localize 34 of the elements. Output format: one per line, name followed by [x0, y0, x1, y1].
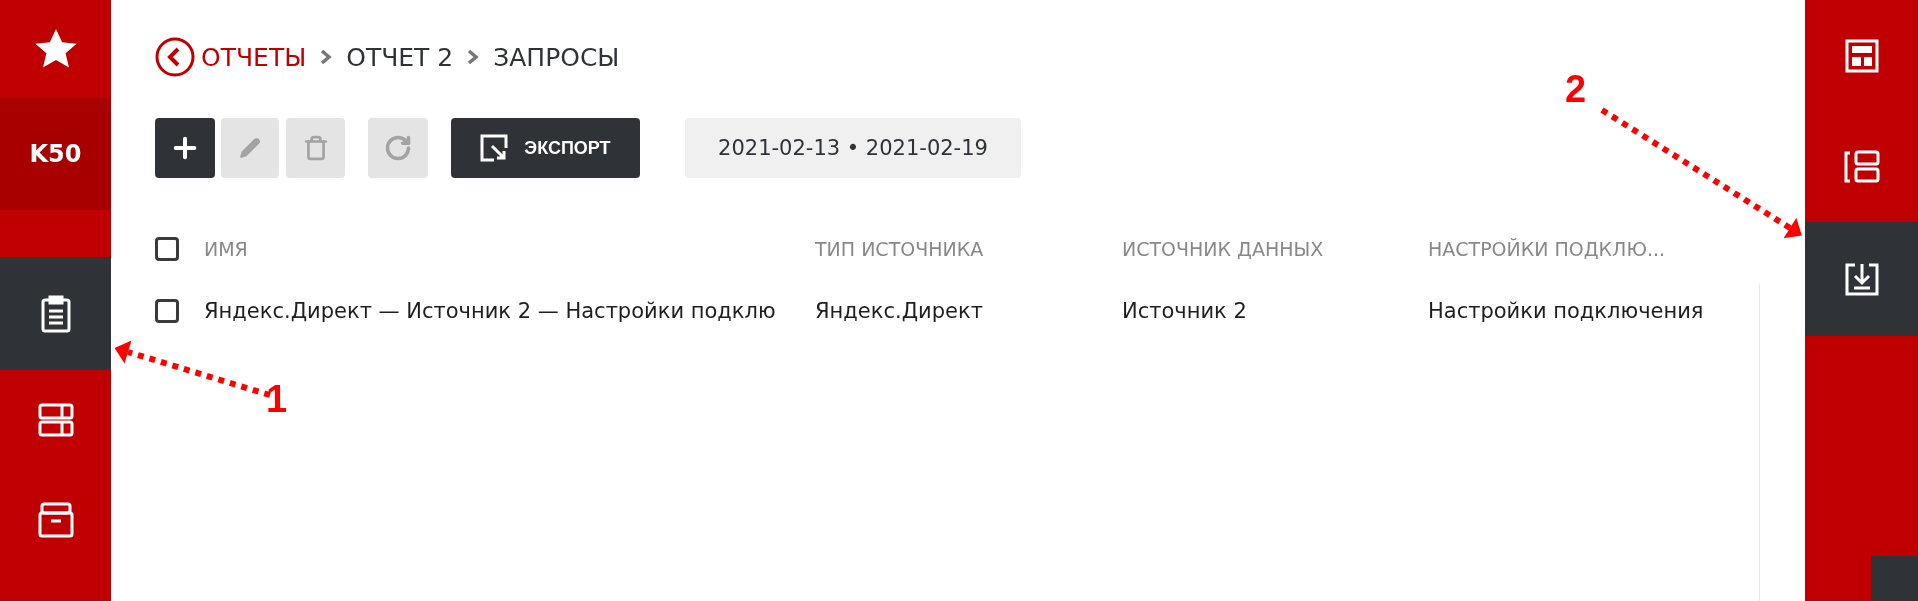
table-cell-text: Источник 2 [1122, 299, 1248, 323]
column-header[interactable]: ИСТОЧНИК ДАННЫХ [1122, 238, 1428, 260]
chevron-icon [320, 49, 333, 65]
archive-icon [37, 502, 74, 538]
table-cell-text: Яндекс.Директ [815, 299, 984, 323]
add-button[interactable] [155, 118, 215, 178]
date-range-field[interactable]: 2021-02-13 • 2021-02-19 [685, 118, 1021, 178]
breadcrumb-link[interactable]: ОТЧЕТ 2 [346, 42, 454, 72]
export-icon [480, 134, 509, 162]
account-label[interactable]: K50 [0, 98, 111, 210]
column-header[interactable]: ИМЯ [204, 238, 815, 260]
breadcrumb-link[interactable]: ЗАПРОСЫ [493, 42, 620, 72]
grid-icon [37, 403, 74, 437]
sidebar-item[interactable] [1805, 222, 1918, 336]
sidebar-item[interactable] [0, 257, 111, 370]
back-icon[interactable] [155, 37, 195, 77]
refresh-icon [384, 134, 412, 162]
trash-icon [302, 135, 329, 161]
annotation-number: 1 [266, 378, 288, 421]
pencil-icon [239, 137, 261, 159]
column-header[interactable]: НАСТРОЙКИ ПОДКЛЮ... [1428, 238, 1738, 260]
table-cell-text: Настройки подключения [1428, 299, 1705, 323]
annotation-number: 2 [1565, 68, 1587, 111]
layout-icon [1844, 38, 1879, 73]
chevron-icon [467, 49, 480, 65]
export-button[interactable]: ЭКСПОРТ [451, 118, 640, 178]
select-all-checkbox[interactable] [155, 237, 179, 261]
row-checkbox[interactable] [155, 299, 179, 323]
clipboard-icon [40, 294, 71, 333]
column-header[interactable]: ТИП ИСТОЧНИКА [815, 238, 1122, 260]
table-cell-text: Яндекс.Директ — Источник 2 — Настройки подклю [204, 299, 777, 323]
breadcrumb-link[interactable]: ОТЧЕТЫ [201, 42, 307, 72]
panels-icon [1843, 149, 1880, 184]
download-icon [1844, 262, 1879, 296]
